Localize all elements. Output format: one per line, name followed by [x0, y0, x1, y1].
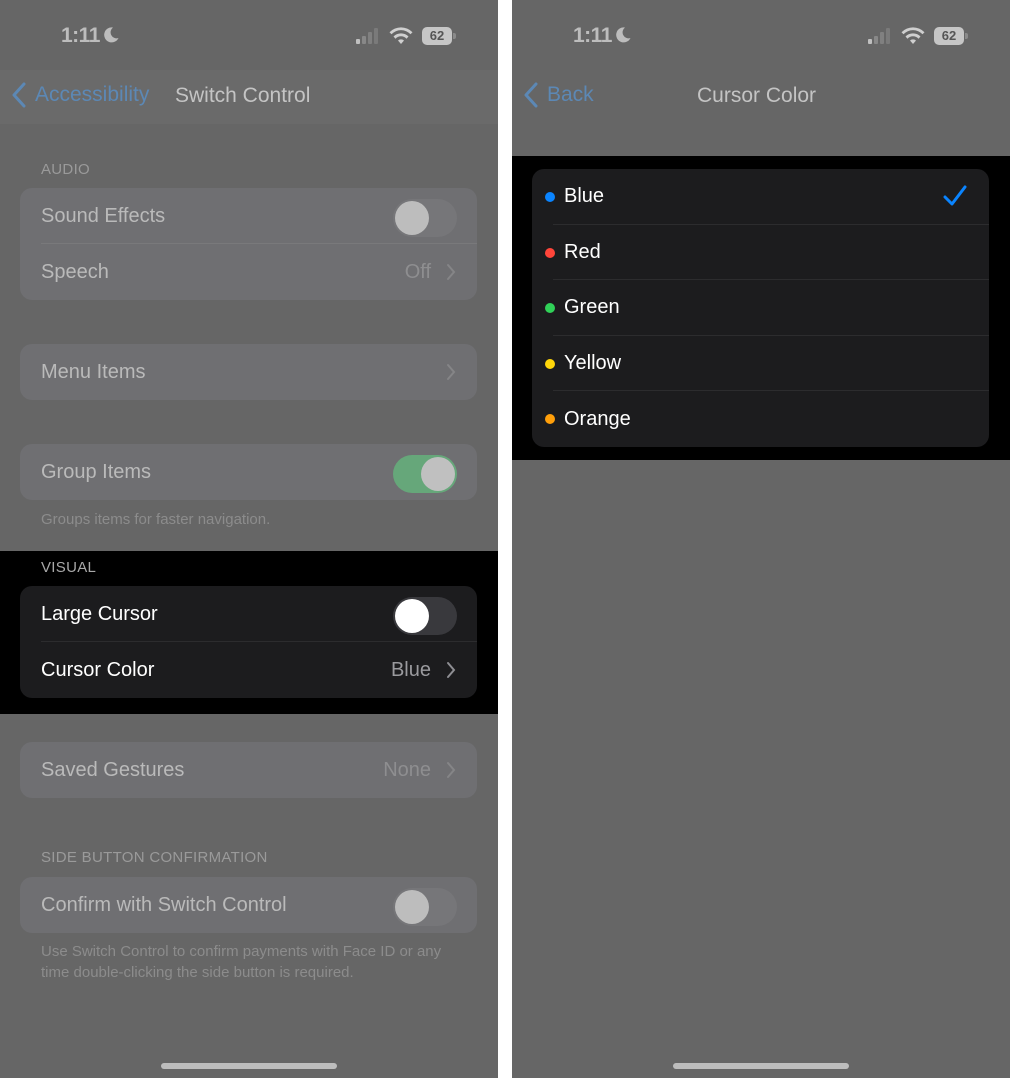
- back-to-accessibility-button[interactable]: Accessibility: [11, 82, 149, 108]
- battery-level: 62: [422, 27, 452, 45]
- row-label: Cursor Color: [41, 658, 155, 681]
- row-label: Speech: [41, 260, 109, 283]
- chevron-right-icon: [447, 364, 456, 380]
- visual-highlight: VISUAL Large Cursor Cursor Color Blue: [0, 551, 498, 714]
- color-label: Green: [564, 296, 620, 319]
- chevron-right-icon: [447, 762, 456, 778]
- audio-group: Sound Effects Speech Off: [20, 188, 477, 300]
- status-time: 1:11: [573, 24, 612, 47]
- page-title: Cursor Color: [697, 84, 817, 107]
- checkmark-icon: [943, 185, 967, 206]
- back-label: Accessibility: [35, 83, 150, 106]
- side-button-group: Confirm with Switch Control: [20, 877, 477, 933]
- color-dot-icon: [545, 414, 555, 425]
- back-label: Back: [547, 83, 594, 106]
- sound-effects-row: Sound Effects: [20, 188, 477, 244]
- row-value: Blue: [390, 658, 431, 681]
- row-label: Confirm with Switch Control: [41, 893, 287, 916]
- color-label: Yellow: [564, 352, 622, 375]
- home-indicator[interactable]: [161, 1063, 337, 1069]
- moon-icon: [104, 27, 119, 43]
- cursor-color-row[interactable]: Cursor Color Blue: [20, 642, 477, 698]
- home-indicator[interactable]: [673, 1063, 849, 1069]
- wifi-icon: [389, 27, 413, 44]
- navigation-bar: Accessibility Switch Control: [0, 70, 498, 124]
- switch-control-screen: 1:11 62 Accessibility Switch Control AUD…: [0, 0, 498, 1078]
- section-header-audio: AUDIO: [41, 161, 91, 178]
- saved-gestures-row[interactable]: Saved Gestures None: [20, 742, 477, 798]
- cellular-signal-icon: [356, 28, 378, 44]
- group-items-row: Group Items: [20, 444, 477, 500]
- group-items-toggle[interactable]: [393, 455, 457, 493]
- large-cursor-row: Large Cursor: [20, 586, 477, 642]
- chevron-left-icon: [12, 82, 26, 108]
- row-label: Group Items: [41, 460, 152, 483]
- side-button-footer: Use Switch Control to confirm payments w…: [41, 943, 442, 981]
- color-label: Orange: [564, 407, 631, 430]
- cursor-color-highlight: Blue Red Green Yellow Orange: [512, 156, 1010, 460]
- row-value: Off: [404, 260, 431, 283]
- cursor-color-screen: 1:11 62 Back Cursor Color Blue Red Green Ye…: [512, 0, 1010, 1078]
- sound-effects-toggle[interactable]: [393, 199, 457, 237]
- color-dot-icon: [545, 192, 555, 202]
- color-dot-icon: [545, 247, 555, 258]
- cursor-color-list: Blue Red Green Yellow Orange: [532, 169, 989, 447]
- battery-level: 62: [934, 27, 964, 45]
- color-label: Blue: [564, 185, 605, 208]
- page-title: Switch Control: [175, 84, 311, 107]
- section-header-side-button: SIDE BUTTON CONFIRMATION: [41, 849, 268, 866]
- color-dot-icon: [545, 358, 555, 369]
- status-bar: 1:11 62: [512, 0, 1010, 70]
- chevron-right-icon: [447, 662, 456, 678]
- saved-gestures-group: Saved Gestures None: [20, 742, 477, 798]
- row-label: Menu Items: [41, 360, 146, 383]
- cellular-signal-icon: [868, 28, 890, 44]
- color-option-blue[interactable]: Blue: [532, 169, 989, 225]
- color-dot-icon: [545, 303, 555, 314]
- speech-row[interactable]: Speech Off: [20, 244, 477, 300]
- row-label: Saved Gestures: [41, 758, 185, 781]
- color-option-green[interactable]: Green: [532, 280, 989, 336]
- status-bar: 1:11 62: [0, 0, 498, 70]
- back-button[interactable]: Back: [523, 82, 594, 108]
- battery-icon: 62: [934, 27, 968, 45]
- battery-icon: 62: [422, 27, 456, 45]
- color-option-orange[interactable]: Orange: [532, 391, 989, 447]
- row-value: None: [383, 758, 431, 781]
- confirm-switch-control-toggle[interactable]: [393, 888, 457, 926]
- group-items-group: Group Items: [20, 444, 477, 500]
- color-option-red[interactable]: Red: [532, 225, 989, 281]
- menu-items-group: Menu Items: [20, 344, 477, 400]
- moon-icon: [616, 27, 631, 43]
- row-label: Large Cursor: [41, 602, 158, 625]
- row-label: Sound Effects: [41, 204, 166, 227]
- large-cursor-toggle[interactable]: [393, 597, 457, 635]
- chevron-left-icon: [524, 82, 538, 108]
- color-label: Red: [564, 240, 601, 263]
- navigation-bar: Back Cursor Color: [512, 70, 1010, 124]
- confirm-switch-control-row: Confirm with Switch Control: [20, 877, 477, 933]
- wifi-icon: [901, 27, 925, 44]
- chevron-right-icon: [447, 264, 456, 280]
- section-header-visual: VISUAL: [41, 559, 97, 576]
- color-option-yellow[interactable]: Yellow: [532, 336, 989, 392]
- group-items-footer: Groups items for faster navigation.: [41, 511, 271, 528]
- menu-items-row[interactable]: Menu Items: [20, 344, 477, 400]
- visual-group: Large Cursor Cursor Color Blue: [20, 586, 477, 698]
- status-time: 1:11: [61, 24, 100, 47]
